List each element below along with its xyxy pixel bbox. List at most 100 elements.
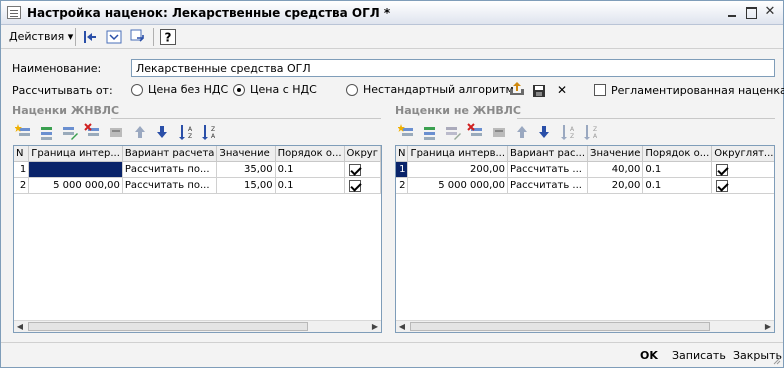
- cell-border[interactable]: 5 000 000,00: [407, 177, 509, 194]
- copy-row-icon[interactable]: [38, 123, 56, 141]
- delete-row-icon[interactable]: [84, 123, 102, 141]
- move-up-icon[interactable]: [131, 123, 149, 141]
- table-row[interactable]: 2 5 000 000,00 Рассчитать ... 20,00 0.1: [396, 177, 774, 194]
- column-header[interactable]: Вариант расчета: [122, 146, 218, 162]
- cell-border[interactable]: 5 000 000,00: [28, 177, 123, 194]
- end-edit-icon[interactable]: [107, 123, 125, 141]
- close-button[interactable]: ✕: [761, 4, 779, 21]
- table-row[interactable]: 1 200,00 Рассчитать ... 40,00 0.1: [396, 161, 774, 178]
- move-down-icon[interactable]: [535, 123, 553, 141]
- clear-icon[interactable]: ✕: [553, 81, 571, 99]
- table-row[interactable]: 2 5 000 000,00 Рассчитать по... 15,00 0.…: [14, 177, 381, 194]
- cell-order[interactable]: 0.1: [275, 177, 345, 194]
- end-edit-icon[interactable]: [490, 123, 508, 141]
- svg-text:Z: Z: [211, 126, 215, 133]
- column-header[interactable]: Граница интер...: [28, 146, 123, 162]
- scroll-right-icon[interactable]: ▶: [762, 321, 774, 332]
- arrow-left-icon[interactable]: [81, 28, 99, 46]
- cell-round[interactable]: [344, 177, 381, 194]
- sort-descending-icon[interactable]: ZA: [200, 123, 218, 141]
- cell-order[interactable]: 0.1: [275, 161, 345, 178]
- column-header[interactable]: Округлят...: [711, 146, 774, 162]
- column-header[interactable]: Значение: [216, 146, 276, 162]
- scroll-left-icon[interactable]: ◀: [396, 321, 408, 332]
- cell-round[interactable]: [344, 161, 381, 178]
- regulated-markup-label: Регламентированная наценка: [611, 84, 784, 97]
- scroll-thumb[interactable]: [28, 322, 308, 331]
- cell-n[interactable]: 1: [396, 161, 409, 178]
- cell-n[interactable]: 1: [14, 161, 30, 178]
- cell-value[interactable]: 35,00: [216, 161, 276, 178]
- cell-n[interactable]: 2: [396, 177, 409, 194]
- horizontal-scrollbar[interactable]: ◀ ▶: [396, 320, 774, 332]
- left-table: N Граница интер... Вариант расчета Значе…: [14, 146, 381, 194]
- cell-round[interactable]: [711, 177, 774, 194]
- scroll-left-icon[interactable]: ◀: [14, 321, 26, 332]
- column-header[interactable]: N: [396, 146, 409, 162]
- actions-menu[interactable]: Действия ▾: [5, 28, 77, 46]
- delete-row-icon[interactable]: [467, 123, 485, 141]
- navigate-icon[interactable]: [129, 28, 147, 46]
- round-checkbox[interactable]: [348, 179, 361, 192]
- svg-text:A: A: [593, 133, 598, 140]
- minimize-button[interactable]: [723, 4, 741, 21]
- cell-order[interactable]: 0.1: [642, 161, 713, 178]
- column-header[interactable]: Порядок о...: [275, 146, 345, 162]
- resize-grip-icon[interactable]: [771, 355, 781, 365]
- cell-round[interactable]: [711, 161, 774, 178]
- regulated-markup-checkbox[interactable]: [594, 84, 606, 96]
- column-header[interactable]: Вариант рас...: [507, 146, 589, 162]
- sort-descending-icon[interactable]: ZA: [582, 123, 600, 141]
- column-header[interactable]: Порядок о...: [642, 146, 713, 162]
- column-header[interactable]: Значение: [587, 146, 644, 162]
- copy-row-icon[interactable]: [421, 123, 439, 141]
- save-button[interactable]: Записать: [672, 349, 726, 362]
- radio-dot[interactable]: [346, 84, 358, 96]
- name-field[interactable]: [131, 59, 775, 77]
- cell-value[interactable]: 20,00: [587, 177, 644, 194]
- radio-dot[interactable]: [131, 84, 143, 96]
- column-header[interactable]: Округ: [344, 146, 381, 162]
- column-header[interactable]: Граница интерв...: [407, 146, 509, 162]
- svg-text:Z: Z: [188, 133, 192, 140]
- cell-variant[interactable]: Рассчитать ...: [507, 177, 589, 194]
- save-icon[interactable]: [530, 82, 548, 100]
- toolbar-separator: [75, 28, 76, 46]
- document-icon: [7, 6, 21, 19]
- cell-variant[interactable]: Рассчитать по...: [122, 177, 218, 194]
- edit-row-icon[interactable]: [61, 123, 79, 141]
- cell-value[interactable]: 40,00: [587, 161, 644, 178]
- scroll-right-icon[interactable]: ▶: [369, 321, 381, 332]
- radio-dot-selected[interactable]: [233, 84, 245, 96]
- refresh-icon[interactable]: [105, 28, 123, 46]
- cell-order[interactable]: 0.1: [642, 177, 713, 194]
- sort-ascending-icon[interactable]: AZ: [177, 123, 195, 141]
- cell-border[interactable]: 200,00: [407, 161, 509, 178]
- toolbar: Действия ▾ ?: [1, 25, 783, 49]
- title-bar: Настройка наценок: Лекарственные средств…: [1, 1, 783, 25]
- cell-n[interactable]: 2: [14, 177, 30, 194]
- scroll-thumb[interactable]: [410, 322, 710, 331]
- help-icon[interactable]: ?: [159, 28, 177, 46]
- round-checkbox[interactable]: [348, 163, 361, 176]
- svg-text:Z: Z: [570, 133, 574, 140]
- maximize-button[interactable]: [742, 4, 760, 21]
- add-row-icon[interactable]: [398, 123, 416, 141]
- edit-row-icon[interactable]: [444, 123, 462, 141]
- upload-icon[interactable]: [508, 80, 526, 98]
- cell-value[interactable]: 15,00: [216, 177, 276, 194]
- sort-ascending-icon[interactable]: AZ: [559, 123, 577, 141]
- cell-variant[interactable]: Рассчитать ...: [507, 161, 589, 178]
- move-down-icon[interactable]: [153, 123, 171, 141]
- move-up-icon[interactable]: [513, 123, 531, 141]
- column-header[interactable]: N: [14, 146, 30, 162]
- ok-button[interactable]: OK: [640, 349, 658, 362]
- horizontal-scrollbar[interactable]: ◀ ▶: [14, 320, 381, 332]
- cell-variant[interactable]: Рассчитать по...: [122, 161, 218, 178]
- cell-border[interactable]: [28, 161, 123, 178]
- add-row-icon[interactable]: [15, 123, 33, 141]
- round-checkbox[interactable]: [716, 163, 729, 176]
- round-checkbox[interactable]: [716, 179, 729, 192]
- table-row[interactable]: 1 Рассчитать по... 35,00 0.1: [14, 161, 381, 178]
- left-section-title: Наценки ЖНВЛС: [12, 104, 120, 117]
